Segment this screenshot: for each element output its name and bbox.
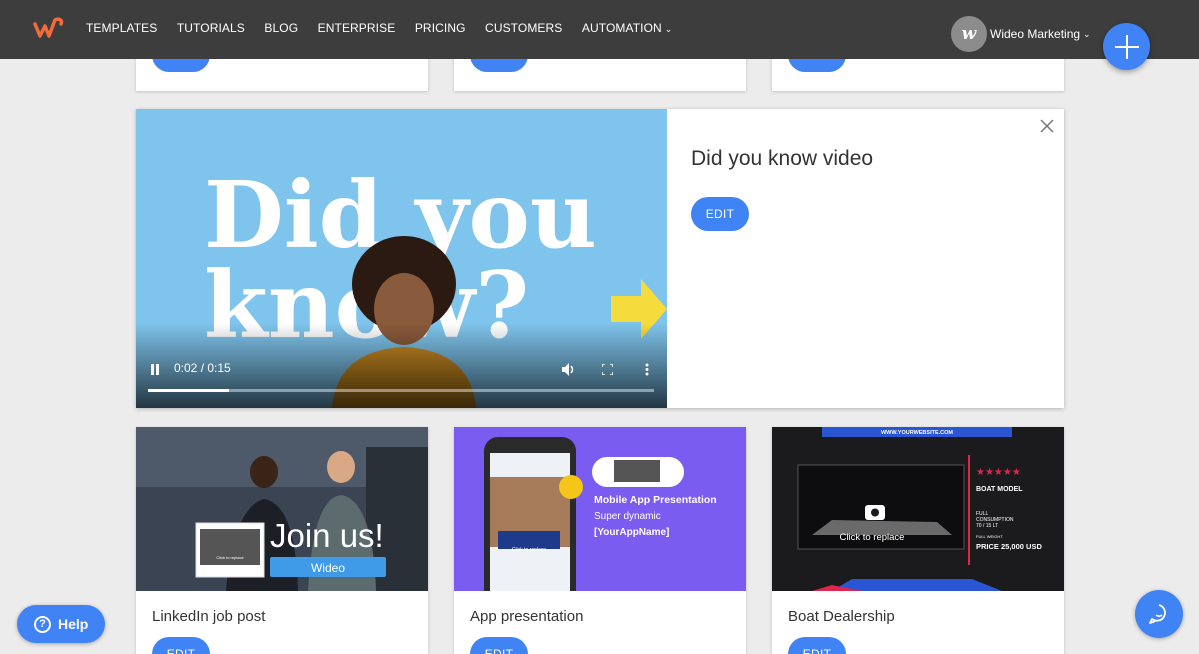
plus-icon xyxy=(1114,34,1139,59)
main-nav: TEMPLATES TUTORIALS BLOG ENTERPRISE PRIC… xyxy=(86,21,692,35)
thumb-line2: Super dynamic xyxy=(594,511,661,522)
nav-automation[interactable]: AUTOMATION ⌄ xyxy=(582,21,673,35)
template-card-linkedin[interactable]: Join us! Wideo Click to replace LinkedIn… xyxy=(136,427,428,654)
preview-title: Did you know video xyxy=(691,147,874,170)
thumb-caption: Click to replace xyxy=(216,555,244,560)
camera-icon xyxy=(865,505,885,520)
top-navigation-bar: TEMPLATES TUTORIALS BLOG ENTERPRISE PRIC… xyxy=(0,0,1199,59)
video-progress-bar[interactable] xyxy=(148,389,654,392)
help-icon: ? xyxy=(34,615,51,633)
thumb-join-text: Join us! xyxy=(270,517,384,554)
svg-text:★★★★★: ★★★★★ xyxy=(976,467,1021,478)
wideo-logo-icon[interactable] xyxy=(33,14,65,42)
avatar: w xyxy=(951,16,987,52)
template-thumbnail[interactable]: WWW.YOURWEBSITE.COM ★★★★★ BOAT MODEL FUL… xyxy=(772,427,1064,591)
template-card-app[interactable]: Mobile App Presentation Super dynamic [Y… xyxy=(454,427,746,654)
template-preview-panel: Did you know? 0:02 / 0:15 Did you know v… xyxy=(136,109,1064,408)
create-button[interactable] xyxy=(1103,23,1150,70)
card-title: LinkedIn job post xyxy=(152,608,266,625)
nav-enterprise[interactable]: ENTERPRISE xyxy=(318,21,396,35)
nav-templates[interactable]: TEMPLATES xyxy=(86,21,157,35)
thumb-weight: FULL WEIGHT xyxy=(976,534,1003,539)
video-player[interactable]: Did you know? 0:02 / 0:15 xyxy=(136,109,667,408)
video-time: 0:02 / 0:15 xyxy=(174,361,231,375)
thumb-url: WWW.YOURWEBSITE.COM xyxy=(881,430,953,436)
volume-icon[interactable] xyxy=(562,363,576,376)
template-card-boat[interactable]: WWW.YOURWEBSITE.COM ★★★★★ BOAT MODEL FUL… xyxy=(772,427,1064,654)
nav-pricing[interactable]: PRICING xyxy=(415,21,466,35)
video-progress-fill xyxy=(148,389,229,392)
chat-icon xyxy=(1149,604,1166,624)
fullscreen-icon[interactable] xyxy=(602,364,613,375)
edit-button[interactable]: EDIT xyxy=(152,637,210,654)
card-title: Boat Dealership xyxy=(788,608,895,625)
nav-tutorials[interactable]: TUTORIALS xyxy=(177,21,245,35)
nav-automation-label: AUTOMATION xyxy=(581,21,662,35)
edit-button[interactable]: EDIT xyxy=(788,637,846,654)
thumb-line3: [YourAppName] xyxy=(594,527,669,538)
account-menu[interactable]: w Wideo Marketing ⌄ xyxy=(951,16,1091,52)
help-button[interactable]: ? Help xyxy=(17,605,105,643)
chevron-down-icon: ⌄ xyxy=(1083,28,1091,39)
thumb-line1: Mobile App Presentation xyxy=(594,494,717,506)
thumb-spec3: 70 / 15 LT xyxy=(976,523,998,529)
nav-customers[interactable]: CUSTOMERS xyxy=(485,21,562,35)
close-icon[interactable] xyxy=(1039,118,1055,134)
edit-button[interactable]: EDIT xyxy=(691,197,749,231)
chevron-down-icon: ⌄ xyxy=(664,24,673,34)
thumb-price: PRICE 25,000 USD xyxy=(976,542,1042,551)
thumb-caption: Click to replace xyxy=(840,532,905,543)
card-title: App presentation xyxy=(470,608,584,625)
nav-blog[interactable]: BLOG xyxy=(264,21,298,35)
thumb-wideo-text: Wideo xyxy=(311,561,345,575)
help-label: Help xyxy=(58,616,89,632)
thumb-caption: Click to replace xyxy=(512,547,546,553)
template-thumbnail[interactable]: Join us! Wideo Click to replace xyxy=(136,427,428,591)
edit-button[interactable]: EDIT xyxy=(470,637,528,654)
pause-icon[interactable] xyxy=(150,364,160,375)
more-vert-icon[interactable] xyxy=(645,363,649,376)
thumb-model: BOAT MODEL xyxy=(976,486,1023,493)
account-name: Wideo Marketing xyxy=(990,27,1081,41)
template-thumbnail[interactable]: Mobile App Presentation Super dynamic [Y… xyxy=(454,427,746,591)
chat-button[interactable] xyxy=(1135,590,1183,638)
